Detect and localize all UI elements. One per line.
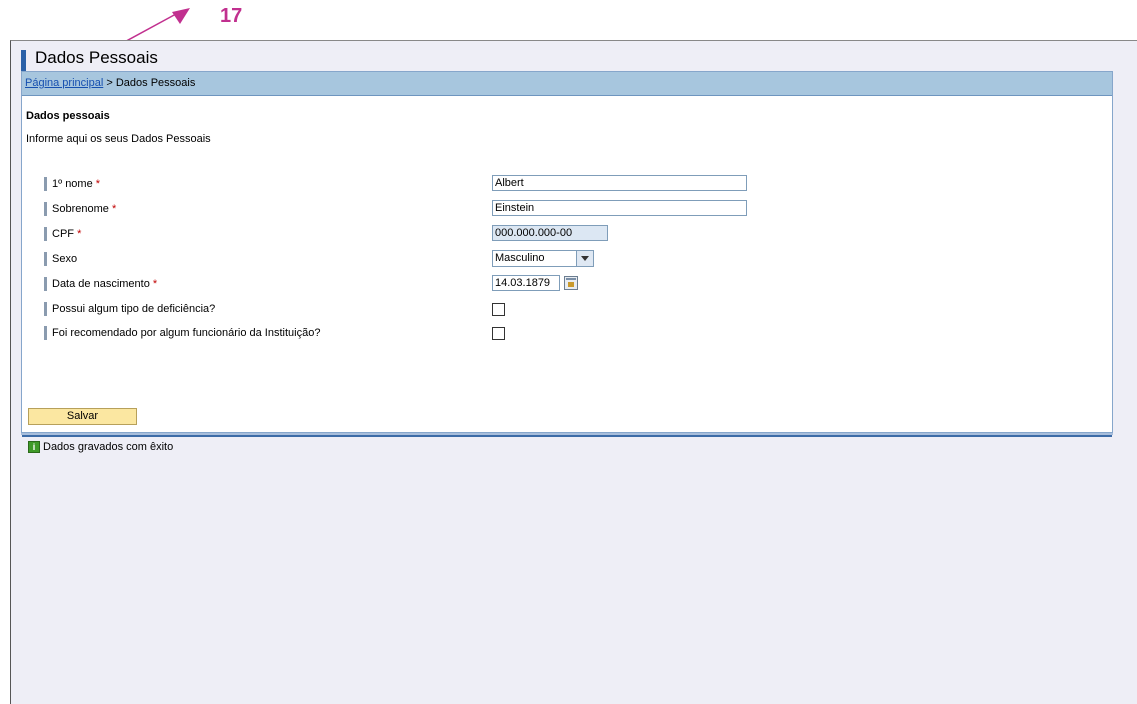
- status-message-text: Dados gravados com êxito: [43, 441, 174, 453]
- divider: [22, 435, 1112, 437]
- last-name-row: Sobrenome * Einstein: [44, 200, 747, 218]
- last-name-label: Sobrenome *: [44, 202, 116, 216]
- main-frame: Dados Pessoais Página principal > Dados …: [10, 40, 1137, 704]
- breadcrumb-home-link[interactable]: Página principal: [25, 77, 103, 89]
- breadcrumb: Página principal > Dados Pessoais: [22, 72, 1112, 96]
- first-name-label: 1º nome *: [44, 177, 100, 191]
- cpf-label: CPF *: [44, 227, 81, 241]
- disability-row: Possui algum tipo de deficiência?: [44, 300, 744, 318]
- section-title: Dados pessoais: [26, 110, 110, 122]
- annotation-number: 17: [220, 5, 243, 27]
- sex-label: Sexo: [44, 252, 77, 266]
- disability-label: Possui algum tipo de deficiência?: [44, 302, 215, 316]
- last-name-input[interactable]: Einstein: [492, 200, 747, 216]
- cpf-row: CPF * 000.000.000-00: [44, 225, 744, 243]
- save-button[interactable]: Salvar: [28, 408, 137, 425]
- breadcrumb-separator: >: [106, 77, 113, 89]
- info-icon: i: [28, 441, 40, 453]
- required-marker: *: [95, 178, 101, 190]
- first-name-input[interactable]: Albert: [492, 175, 747, 191]
- page-title: Dados Pessoais: [35, 48, 158, 67]
- personal-data-panel: Página principal > Dados Pessoais Dados …: [21, 71, 1113, 453]
- calendar-icon[interactable]: [564, 276, 578, 290]
- status-message: i Dados gravados com êxito: [28, 441, 173, 453]
- chevron-down-icon[interactable]: [576, 251, 593, 266]
- breadcrumb-current: Dados Pessoais: [115, 77, 196, 89]
- cpf-input: 000.000.000-00: [492, 225, 608, 241]
- required-marker: *: [77, 228, 82, 240]
- sex-select-value: Masculino: [495, 252, 545, 264]
- required-marker: *: [152, 278, 158, 290]
- title-accent: [21, 50, 26, 72]
- birth-date-input[interactable]: 14.03.1879: [492, 275, 560, 291]
- sex-row: Sexo Masculino: [44, 250, 744, 268]
- sex-select[interactable]: Masculino: [492, 250, 594, 267]
- first-name-row: 1º nome * Albert: [44, 175, 747, 193]
- birth-date-row: Data de nascimento * 14.03.1879: [44, 275, 744, 293]
- section-description: Informe aqui os seus Dados Pessoais: [26, 133, 211, 145]
- disability-checkbox[interactable]: [492, 303, 505, 316]
- recommended-checkbox[interactable]: [492, 327, 505, 340]
- birth-date-label: Data de nascimento *: [44, 277, 157, 291]
- recommended-row: Foi recomendado por algum funcionário da…: [44, 324, 744, 342]
- recommended-label: Foi recomendado por algum funcionário da…: [44, 326, 320, 340]
- required-marker: *: [111, 203, 117, 215]
